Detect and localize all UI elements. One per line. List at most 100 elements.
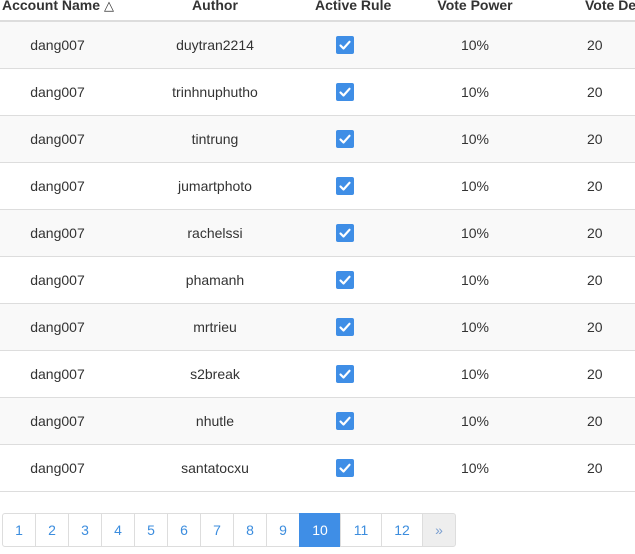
account-name-cell: dang007 (30, 37, 85, 53)
vote-power-cell: 10% (460, 366, 490, 382)
account-name-cell: dang007 (30, 84, 85, 100)
active-rule-checkbox[interactable] (336, 83, 354, 102)
page-link-1[interactable]: 1 (2, 513, 36, 547)
page-link-12[interactable]: 12 (381, 513, 423, 547)
active-rule-cell (315, 130, 375, 149)
active-rule-checkbox[interactable] (336, 459, 354, 478)
table-row: dang007 phamanh 10% 20 (0, 257, 635, 304)
account-name-cell: dang007 (30, 225, 85, 241)
checkmark-icon (339, 134, 351, 144)
table-header: Account Name △ Author Active Rule Vote Po… (0, 0, 635, 22)
vote-delay-cell: 20 (587, 413, 603, 429)
active-rule-cell (315, 36, 375, 55)
voting-rules-table: Account Name △ Author Active Rule Vote Po… (0, 0, 635, 492)
vote-delay-cell: 20 (587, 460, 603, 476)
author-cell: rachelssi (187, 225, 243, 241)
pagination: 1 2 3 4 5 6 7 8 9 10 11 12» (2, 513, 456, 547)
author-cell: phamanh (185, 272, 245, 288)
account-name-cell: dang007 (30, 413, 85, 429)
page-link-2[interactable]: 2 (35, 513, 69, 547)
vote-power-cell: 10% (460, 178, 490, 194)
vote-power-cell: 10% (460, 413, 490, 429)
vote-delay-cell: 20 (587, 178, 603, 194)
vote-power-cell: 10% (460, 84, 490, 100)
author-cell: santatocxu (181, 460, 249, 476)
active-rule-checkbox[interactable] (336, 130, 354, 149)
sort-ascending-icon: △ (104, 0, 115, 13)
account-name-cell: dang007 (30, 178, 85, 194)
active-rule-cell (315, 224, 375, 243)
active-rule-checkbox[interactable] (336, 177, 354, 196)
page-link-3[interactable]: 3 (68, 513, 102, 547)
table-row: dang007 santatocxu 10% 20 (0, 445, 635, 492)
vote-power-cell: 10% (460, 460, 490, 476)
page-link-9[interactable]: 9 (266, 513, 300, 547)
author-cell: trinhnuphutho (172, 84, 258, 100)
page-link-6[interactable]: 6 (167, 513, 201, 547)
checkmark-icon (339, 369, 351, 379)
active-rule-checkbox[interactable] (336, 365, 354, 384)
active-rule-cell (315, 177, 375, 196)
vote-delay-cell: 20 (587, 84, 603, 100)
column-header-account-name[interactable]: Account Name △ (0, 0, 115, 22)
table-row: dang007 trinhnuphutho 10% 20 (0, 69, 635, 116)
active-rule-cell (315, 365, 375, 384)
active-rule-cell (315, 271, 375, 290)
checkmark-icon (339, 40, 351, 50)
account-name-cell: dang007 (30, 460, 85, 476)
vote-power-cell: 10% (460, 272, 490, 288)
active-rule-cell (315, 459, 375, 478)
checkmark-icon (339, 87, 351, 97)
checkmark-icon (339, 275, 351, 285)
column-header-label: Account Name (2, 0, 101, 13)
page-link-8[interactable]: 8 (233, 513, 267, 547)
checkmark-icon (339, 181, 351, 191)
page-link-5[interactable]: 5 (134, 513, 168, 547)
active-rule-cell (315, 412, 375, 431)
checkmark-icon (339, 322, 351, 332)
vote-power-cell: 10% (460, 319, 490, 335)
column-header-vote-delay[interactable]: Vote Delay (575, 0, 635, 22)
author-cell: mrtrieu (193, 319, 237, 335)
column-header-active-rule[interactable]: Active Rule (315, 0, 391, 22)
vote-delay-cell: 20 (587, 272, 603, 288)
active-rule-checkbox[interactable] (336, 36, 354, 55)
active-rule-checkbox[interactable] (336, 224, 354, 243)
active-rule-checkbox[interactable] (336, 318, 354, 337)
column-header-vote-power[interactable]: Vote Power (375, 0, 575, 22)
page-link-11[interactable]: 11 (340, 513, 382, 547)
checkmark-icon (339, 416, 351, 426)
vote-delay-cell: 20 (587, 319, 603, 335)
table-row: dang007 duytran2214 10% 20 (0, 22, 635, 69)
table-row: dang007 mrtrieu 10% 20 (0, 304, 635, 351)
table-row: dang007 rachelssi 10% 20 (0, 210, 635, 257)
rules-table-view: Account Name △ Author Active Rule Vote Po… (0, 0, 635, 554)
next-page-button[interactable]: » (422, 513, 456, 547)
page-link-4[interactable]: 4 (101, 513, 135, 547)
vote-power-cell: 10% (460, 37, 490, 53)
table-row: dang007 s2break 10% 20 (0, 351, 635, 398)
active-rule-checkbox[interactable] (336, 271, 354, 290)
vote-delay-cell: 20 (587, 225, 603, 241)
active-rule-cell (315, 318, 375, 337)
author-cell: nhutle (195, 413, 235, 429)
account-name-cell: dang007 (30, 319, 85, 335)
account-name-cell: dang007 (30, 272, 85, 288)
table-row: dang007 jumartphoto 10% 20 (0, 163, 635, 210)
vote-power-cell: 10% (460, 131, 490, 147)
page-link-10[interactable]: 10 (299, 513, 341, 547)
column-header-author[interactable]: Author (115, 0, 315, 22)
checkmark-icon (339, 228, 351, 238)
account-name-cell: dang007 (30, 366, 85, 382)
page-link-7[interactable]: 7 (200, 513, 234, 547)
active-rule-checkbox[interactable] (336, 412, 354, 431)
table-row: dang007 tintrung 10% 20 (0, 116, 635, 163)
account-name-cell: dang007 (30, 131, 85, 147)
author-cell: jumartphoto (178, 178, 252, 194)
active-rule-cell (315, 83, 375, 102)
checkmark-icon (339, 463, 351, 473)
vote-delay-cell: 20 (587, 37, 603, 53)
vote-delay-cell: 20 (587, 131, 603, 147)
table-body: dang007 duytran2214 10% 20 dang007 trinhnuphu… (0, 22, 635, 492)
table-row: dang007 nhutle 10% 20 (0, 398, 635, 445)
